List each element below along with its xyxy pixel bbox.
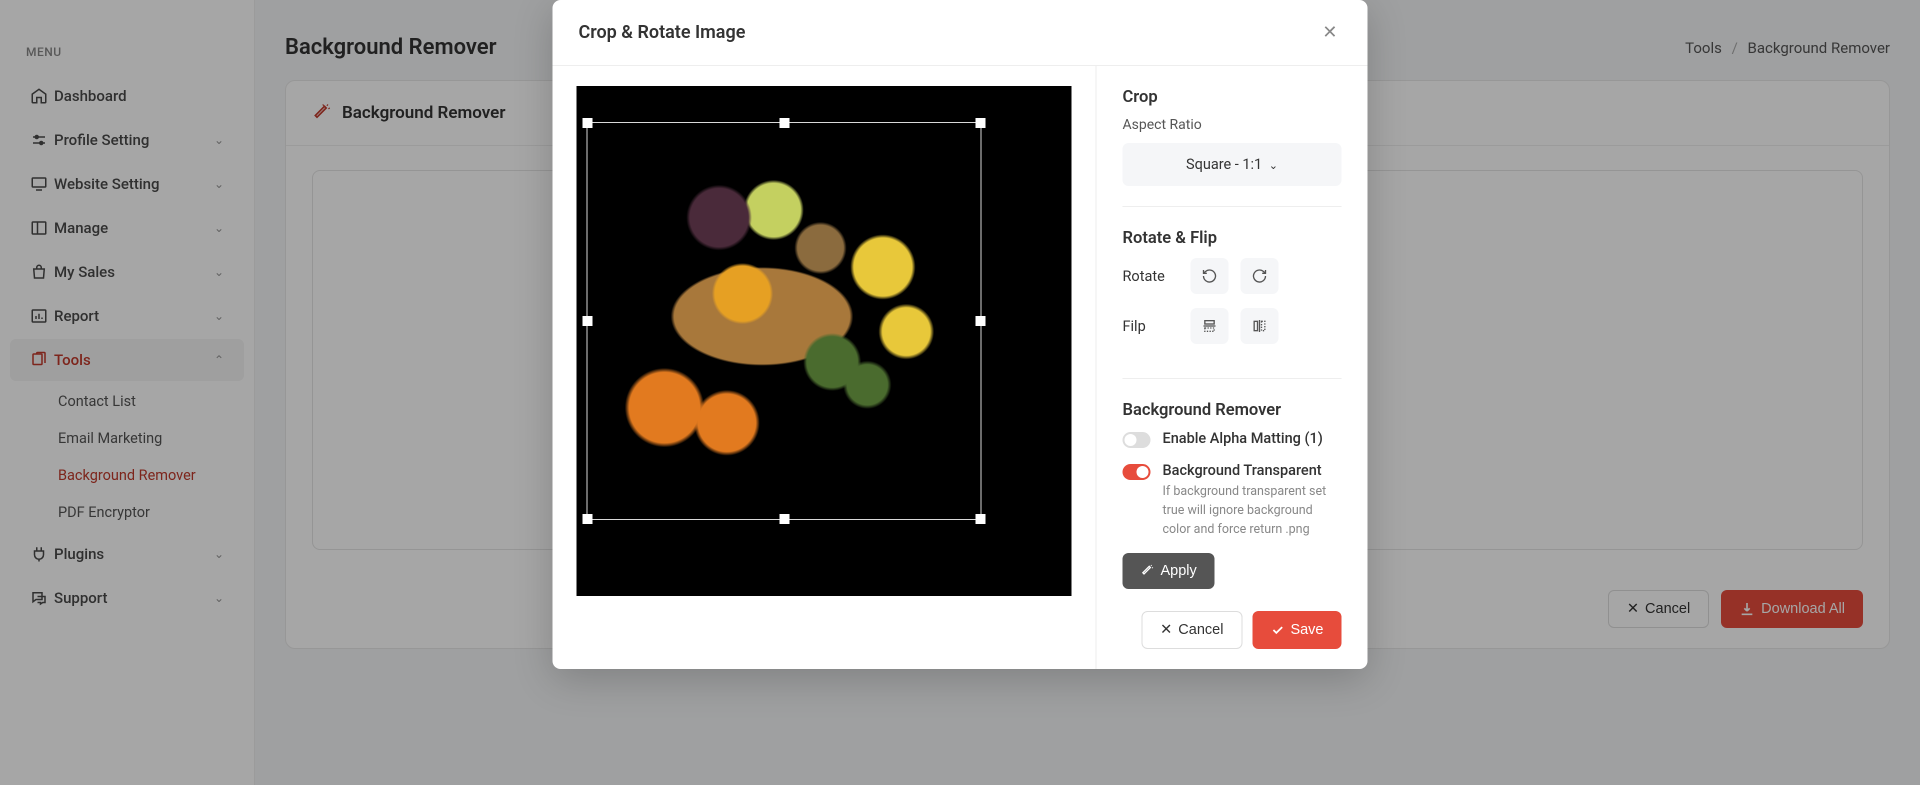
alpha-matting-row: Enable Alpha Matting (1): [1123, 430, 1342, 448]
rotate-row: Rotate: [1123, 258, 1342, 294]
magic-wand-icon: [1141, 564, 1155, 578]
crop-canvas[interactable]: [577, 86, 1072, 596]
crop-handle-bottom-mid[interactable]: [779, 514, 789, 524]
bg-remover-section: Background Remover Enable Alpha Matting …: [1123, 401, 1342, 589]
modal-cancel-button[interactable]: ✕ Cancel: [1141, 611, 1242, 649]
rotate-label: Rotate: [1123, 268, 1179, 285]
chevron-down-icon: ⌄: [1269, 159, 1278, 172]
aspect-ratio-dropdown[interactable]: Square - 1:1 ⌄: [1123, 143, 1342, 186]
dropdown-value: Square - 1:1: [1186, 156, 1262, 173]
close-button[interactable]: ✕: [1318, 18, 1341, 47]
modal-image-pane: [553, 66, 1096, 669]
rotate-cw-icon: [1252, 268, 1268, 284]
crop-handle-top-mid[interactable]: [779, 118, 789, 128]
rotate-right-button[interactable]: [1241, 258, 1279, 294]
crop-handle-mid-left[interactable]: [583, 316, 593, 326]
aspect-ratio-label: Aspect Ratio: [1123, 117, 1342, 133]
crop-section: Crop Aspect Ratio Square - 1:1 ⌄: [1123, 88, 1342, 207]
flip-horizontal-button[interactable]: [1241, 308, 1279, 344]
button-label: Save: [1290, 622, 1323, 638]
modal-controls-pane: Crop Aspect Ratio Square - 1:1 ⌄ Rotate …: [1096, 66, 1368, 669]
bg-remover-heading: Background Remover: [1123, 401, 1342, 420]
crop-handle-mid-right[interactable]: [976, 316, 986, 326]
modal-body: Crop Aspect Ratio Square - 1:1 ⌄ Rotate …: [553, 66, 1368, 669]
apply-button[interactable]: Apply: [1123, 553, 1215, 589]
crop-handle-bottom-right[interactable]: [976, 514, 986, 524]
modal-actions: ✕ Cancel Save: [1123, 611, 1342, 649]
button-label: Apply: [1161, 563, 1197, 579]
rotate-left-button[interactable]: [1191, 258, 1229, 294]
button-label: Cancel: [1178, 622, 1223, 638]
check-icon: [1270, 623, 1284, 637]
crop-rotate-modal: Crop & Rotate Image ✕: [553, 0, 1368, 669]
rotate-ccw-icon: [1202, 268, 1218, 284]
crop-selection-box[interactable]: [587, 122, 982, 520]
x-icon: ✕: [1160, 622, 1172, 638]
transparent-label: Background Transparent: [1163, 462, 1342, 479]
transparent-row: Background Transparent If background tra…: [1123, 462, 1342, 539]
transparent-toggle[interactable]: [1123, 464, 1151, 480]
flip-label: Filp: [1123, 318, 1179, 335]
crop-handle-bottom-left[interactable]: [583, 514, 593, 524]
rotate-flip-heading: Rotate & Flip: [1123, 229, 1342, 248]
flip-vertical-button[interactable]: [1191, 308, 1229, 344]
flip-horizontal-icon: [1252, 318, 1268, 334]
transparent-description: If background transparent set true will …: [1163, 483, 1342, 539]
modal-header: Crop & Rotate Image ✕: [553, 0, 1368, 66]
crop-heading: Crop: [1123, 88, 1342, 107]
crop-handle-top-left[interactable]: [583, 118, 593, 128]
flip-vertical-icon: [1202, 318, 1218, 334]
crop-handle-top-right[interactable]: [976, 118, 986, 128]
flip-row: Filp: [1123, 308, 1342, 344]
alpha-matting-toggle[interactable]: [1123, 432, 1151, 448]
alpha-matting-label: Enable Alpha Matting (1): [1163, 430, 1323, 447]
modal-save-button[interactable]: Save: [1252, 611, 1341, 649]
rotate-flip-section: Rotate & Flip Rotate Filp: [1123, 229, 1342, 379]
modal-title: Crop & Rotate Image: [579, 22, 746, 43]
close-icon: ✕: [1322, 22, 1337, 43]
